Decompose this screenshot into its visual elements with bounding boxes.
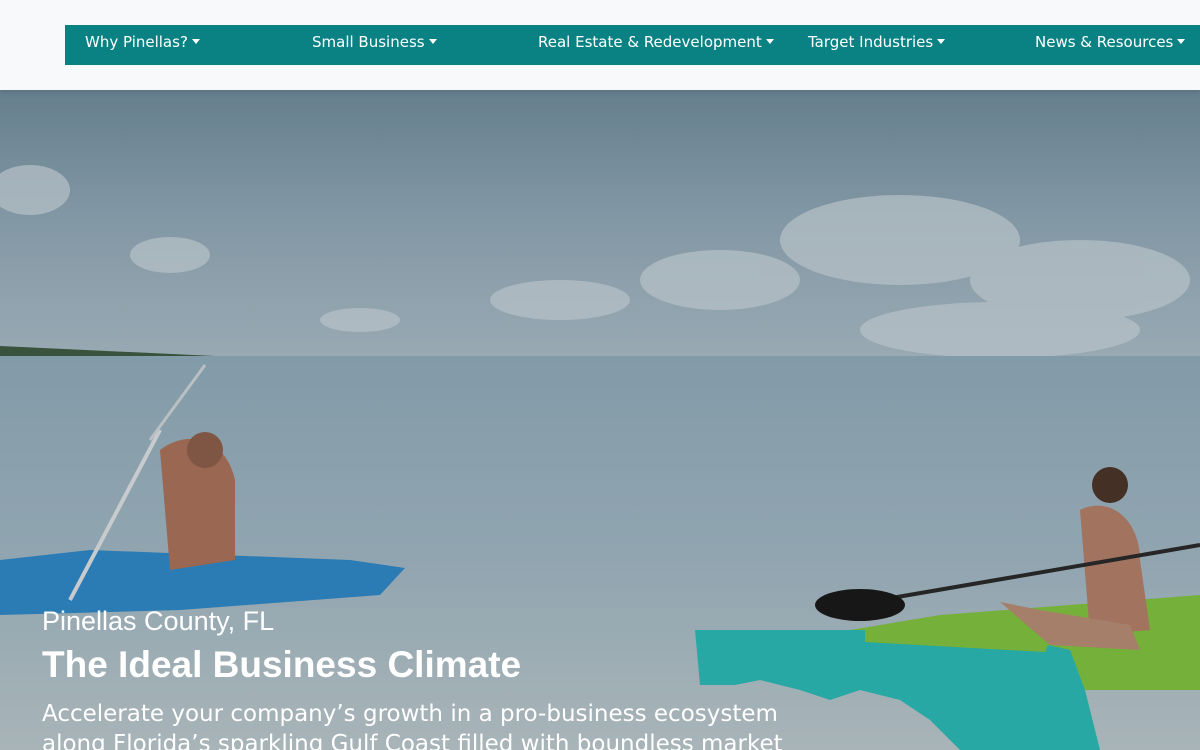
caret-down-icon <box>1177 39 1186 44</box>
nav-label: Real Estate & Redevelopment <box>538 33 762 51</box>
nav-label: Why Pinellas? <box>85 33 188 51</box>
caret-down-icon <box>937 39 946 44</box>
top-header: Why Pinellas? Small Business Real Estate… <box>0 0 1200 90</box>
caret-down-icon <box>428 39 437 44</box>
main-navigation: Why Pinellas? Small Business Real Estate… <box>65 25 1200 65</box>
nav-real-estate[interactable]: Real Estate & Redevelopment <box>538 25 774 65</box>
nav-target-industries[interactable]: Target Industries <box>808 25 946 65</box>
nav-label: Target Industries <box>808 33 934 51</box>
caret-down-icon <box>765 39 774 44</box>
nav-small-business[interactable]: Small Business <box>312 25 437 65</box>
nav-label: News & Resources <box>1035 33 1174 51</box>
nav-news-resources[interactable]: News & Resources <box>1035 25 1186 65</box>
hero-lead-text: Accelerate your company’s growth in a pr… <box>42 701 783 750</box>
hero-text-block: Pinellas County, FL The Ideal Business C… <box>42 605 842 750</box>
nav-label: Small Business <box>312 33 425 51</box>
hero-banner: Pinellas County, FL The Ideal Business C… <box>0 90 1200 750</box>
hero-subtitle: Pinellas County, FL <box>42 606 275 636</box>
hero-headline: The Ideal Business Climate <box>42 644 522 685</box>
nav-why-pinellas[interactable]: Why Pinellas? <box>85 25 200 65</box>
caret-down-icon <box>191 39 200 44</box>
